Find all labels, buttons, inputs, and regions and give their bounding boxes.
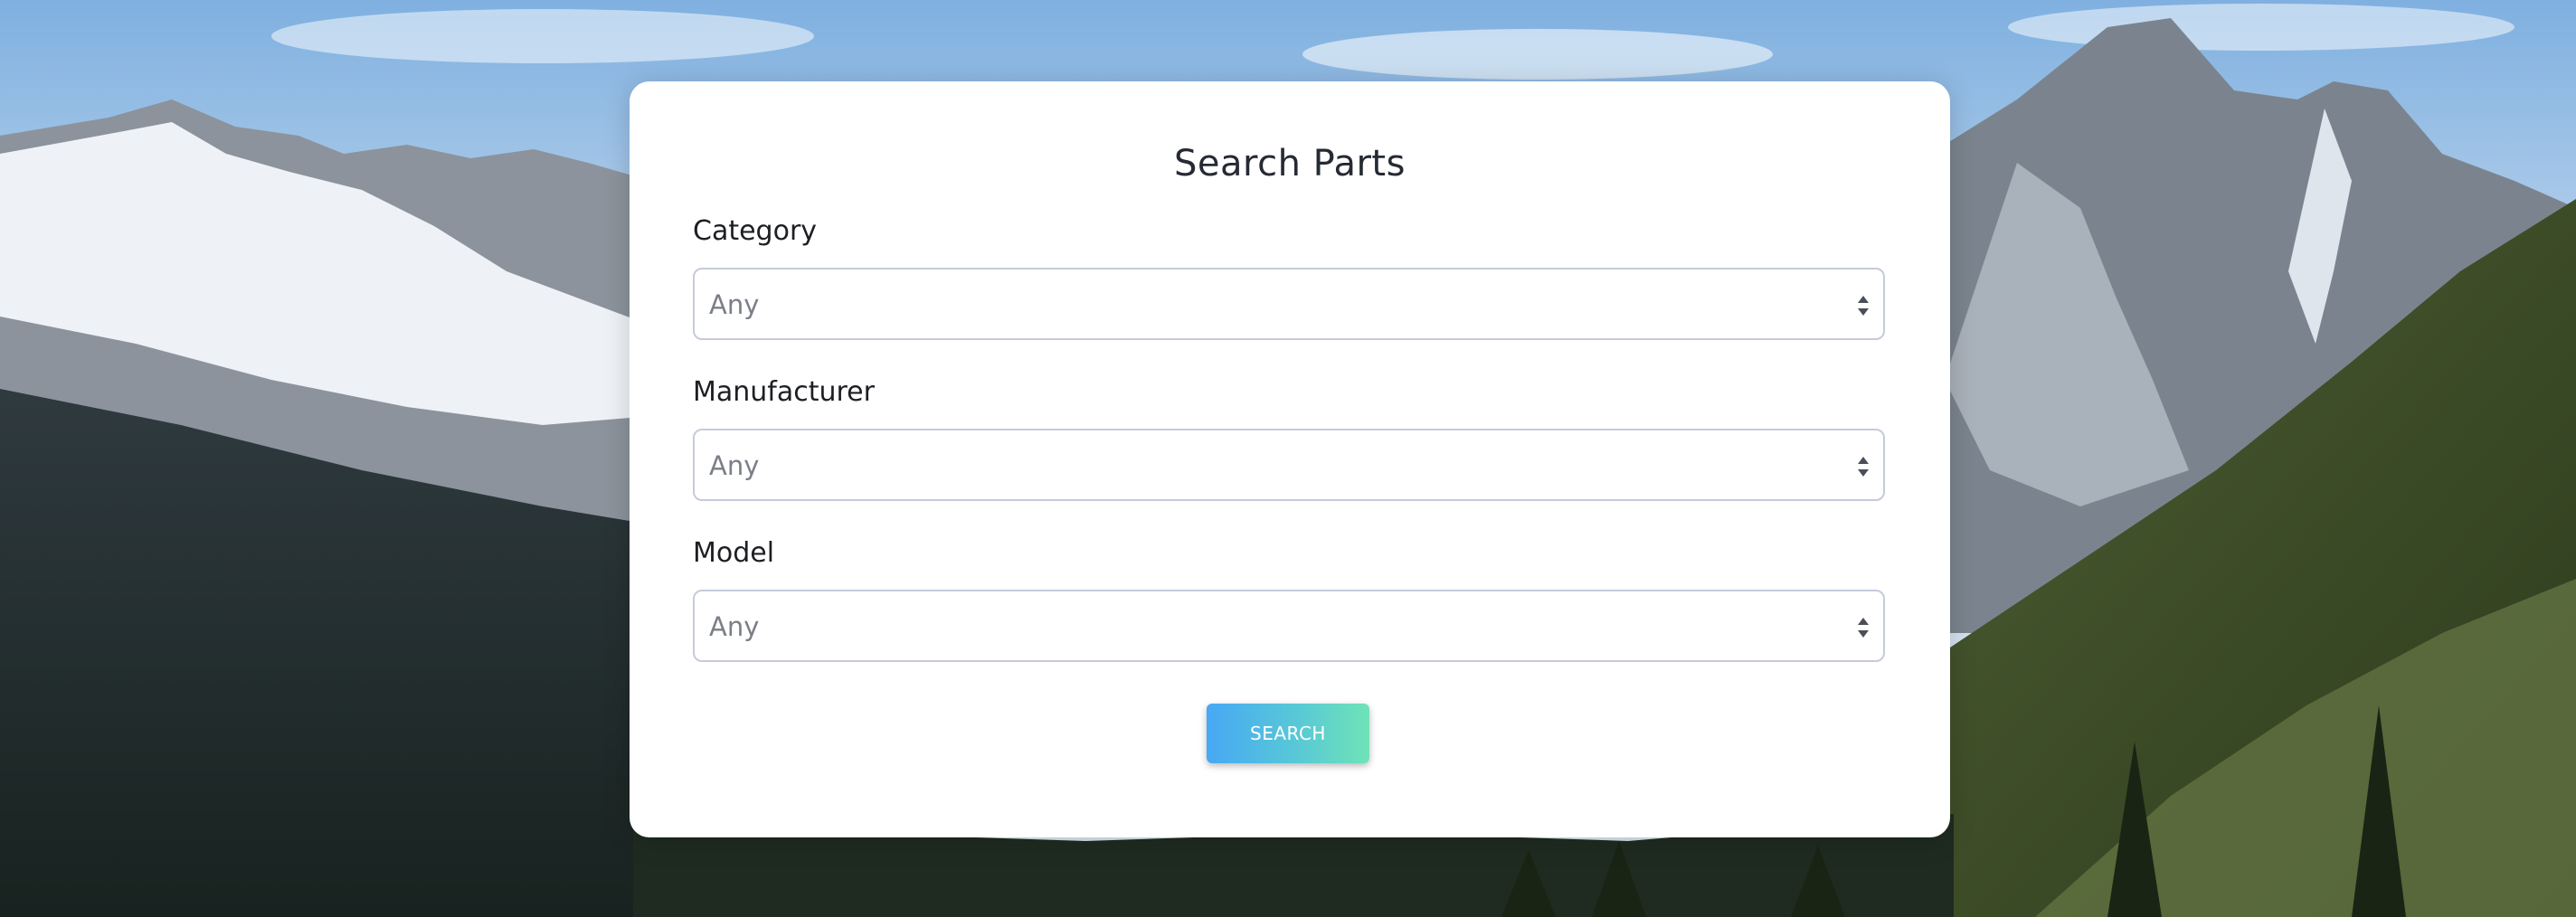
- page-background: Search Parts Category Any Manufacturer A…: [0, 0, 2576, 917]
- select-value: Any: [709, 450, 760, 481]
- search-parts-card: Search Parts Category Any Manufacturer A…: [630, 81, 1950, 837]
- select-value: Any: [709, 611, 760, 642]
- manufacturer-select[interactable]: Any: [693, 429, 1885, 501]
- sort-arrows-icon: [1858, 618, 1869, 638]
- category-label: Category: [693, 215, 818, 247]
- model-select[interactable]: Any: [693, 590, 1885, 662]
- card-title: Search Parts: [1174, 143, 1406, 184]
- category-select[interactable]: Any: [693, 268, 1885, 340]
- select-value: Any: [709, 289, 760, 320]
- manufacturer-label: Manufacturer: [693, 376, 875, 408]
- search-button[interactable]: SEARCH: [1207, 704, 1369, 763]
- sort-arrows-icon: [1858, 296, 1869, 316]
- sort-arrows-icon: [1858, 457, 1869, 477]
- model-label: Model: [693, 537, 775, 569]
